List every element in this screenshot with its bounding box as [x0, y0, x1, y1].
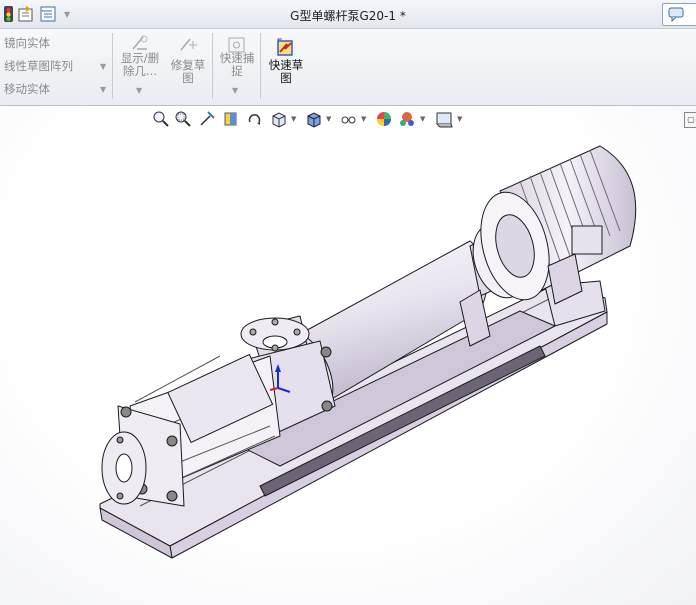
chat-bubble-icon [668, 7, 684, 22]
chevron-down-icon[interactable]: ▼ [232, 86, 238, 95]
rapid-sketch-button[interactable]: 快速草 图 [264, 59, 308, 85]
ribbon-divider [112, 33, 113, 99]
command-manager-ribbon: 镜向实体 线性草图阵列 ▼ 移动实体 ▼ 显示/删 除几... ▼ 修复草 图 … [0, 29, 696, 106]
display-delete-relations-button[interactable]: 显示/删 除几... [118, 52, 162, 78]
linear-sketch-pattern-command[interactable]: 线性草图阵列 [4, 58, 73, 74]
mirror-entities-command[interactable]: 镜向实体 [4, 35, 50, 51]
ribbon-divider [212, 33, 213, 99]
search-help-box[interactable] [662, 3, 696, 26]
rapid-sketch-icon[interactable] [276, 38, 298, 58]
window-title: G型单螺杆泵G20-1 * [290, 9, 406, 23]
repair-sketch-icon[interactable] [178, 35, 200, 53]
display-delete-relations-icon[interactable] [129, 33, 151, 53]
title-bar: ▼ G型单螺杆泵G20-1 * [0, 0, 696, 29]
move-entities-command[interactable]: 移动实体 [4, 81, 50, 97]
tool-label: 图 [280, 71, 292, 85]
tool-label: 图 [182, 71, 194, 85]
graphics-viewport[interactable]: ▼ ▼ ▼ ▼ ▼ ▢ [0, 106, 696, 605]
pump-3d-model[interactable] [0, 106, 696, 605]
tool-label: 捉 [231, 64, 243, 78]
tool-label: 除几... [123, 64, 157, 78]
quick-snaps-button[interactable]: 快速捕 捉 [215, 52, 259, 78]
ribbon-divider [260, 33, 261, 99]
chevron-down-icon[interactable]: ▼ [100, 85, 106, 94]
chevron-down-icon[interactable]: ▼ [136, 86, 142, 95]
chevron-down-icon[interactable]: ▼ [100, 62, 106, 71]
repair-sketch-button[interactable]: 修复草 图 [166, 59, 210, 85]
